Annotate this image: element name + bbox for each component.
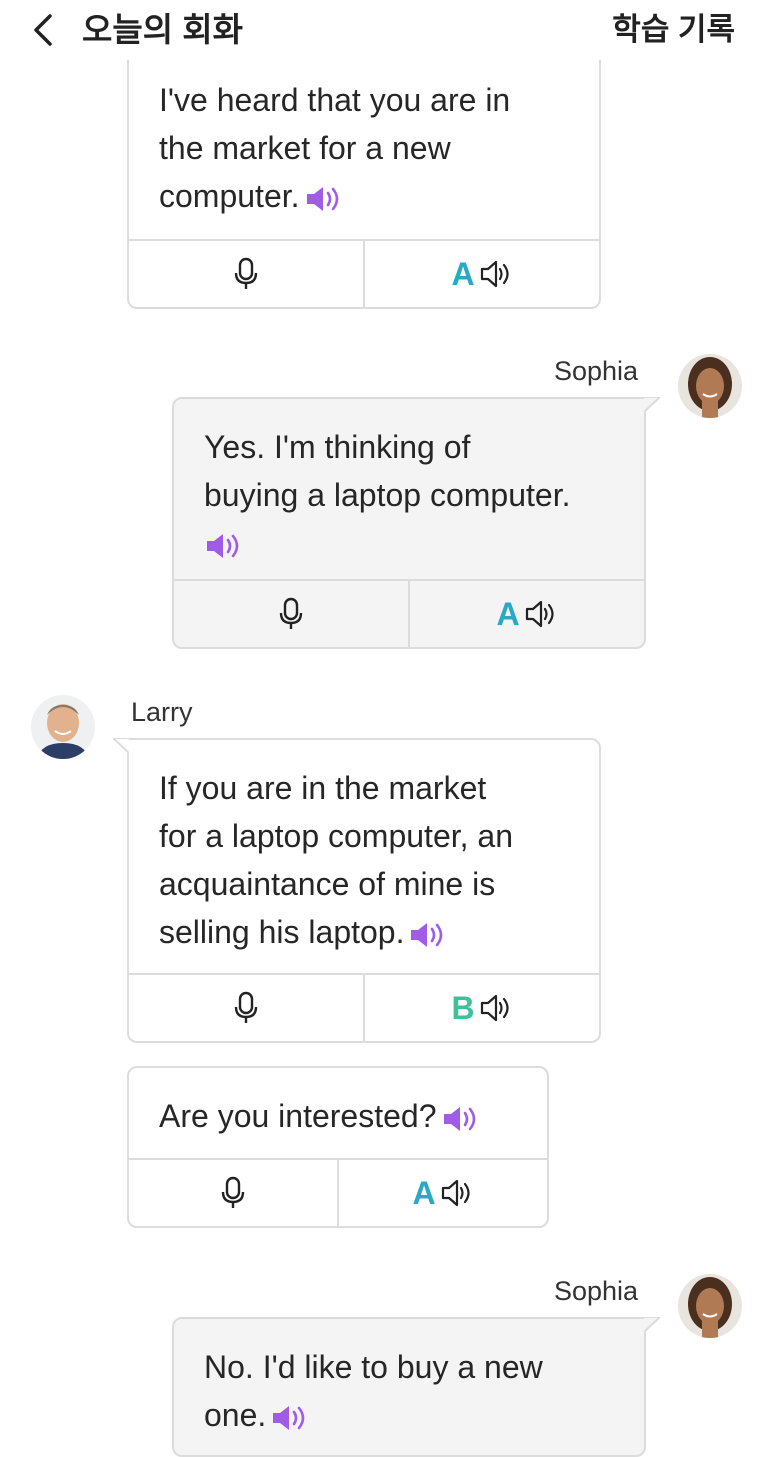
record-button[interactable] xyxy=(129,241,363,307)
speaker-outline-icon xyxy=(441,1179,470,1207)
message-line: Are you interested? xyxy=(159,1098,437,1134)
message-actions: B xyxy=(129,973,599,1041)
speaker-icon[interactable] xyxy=(204,531,240,561)
message-bubble: Yes. I'm thinking of buying a laptop com… xyxy=(172,397,646,649)
message-bubble: I've heard that you are in the market fo… xyxy=(127,60,601,309)
message-line: If you are in the market xyxy=(159,770,487,806)
message-actions: A xyxy=(129,239,599,307)
avatar-larry[interactable] xyxy=(31,695,95,759)
back-button[interactable] xyxy=(28,10,58,50)
speaker-outline-icon xyxy=(480,260,509,288)
record-button[interactable] xyxy=(129,1160,337,1226)
speaker-icon[interactable] xyxy=(270,1403,306,1433)
message-line: selling his laptop. xyxy=(159,914,405,950)
microphone-icon xyxy=(279,597,303,629)
pronunciation-grade: A xyxy=(451,255,475,292)
message-line: the market for a new xyxy=(159,130,451,166)
speaker-name: Larry xyxy=(131,697,193,727)
message-line: I've heard that you are in xyxy=(159,82,511,118)
message-bubble: If you are in the market for a laptop co… xyxy=(127,738,601,1043)
record-button[interactable] xyxy=(129,975,363,1041)
bubble-tail xyxy=(113,738,129,753)
microphone-icon xyxy=(234,991,258,1023)
play-recording-button[interactable]: A xyxy=(337,1160,547,1226)
speaker-icon[interactable] xyxy=(408,920,444,950)
speaker-icon[interactable] xyxy=(441,1104,477,1134)
bubble-tail xyxy=(644,397,660,412)
learning-history-link[interactable]: 학습 기록 xyxy=(612,10,735,50)
play-recording-button[interactable]: A xyxy=(408,581,644,647)
speaker-outline-icon xyxy=(480,994,509,1022)
speaker-name: Sophia xyxy=(554,356,639,386)
pronunciation-grade: A xyxy=(412,1174,436,1211)
speaker-outline-icon xyxy=(525,600,554,628)
microphone-icon xyxy=(221,1176,245,1208)
pronunciation-grade: A xyxy=(496,595,520,632)
header-bar: 오늘의 회화 학습 기록 xyxy=(0,0,773,60)
message-bubble: No. I'd like to buy a new one. xyxy=(172,1317,646,1457)
pronunciation-grade: B xyxy=(451,989,475,1026)
play-recording-button[interactable]: A xyxy=(363,241,599,307)
message-actions: A xyxy=(174,579,644,647)
speaker-icon[interactable] xyxy=(304,184,340,214)
message-line: for a laptop computer, an xyxy=(159,818,513,854)
message-actions: A xyxy=(129,1158,547,1226)
message-bubble: Are you interested? A xyxy=(127,1066,549,1228)
play-recording-button[interactable]: B xyxy=(363,975,599,1041)
message-line: computer. xyxy=(159,178,300,214)
avatar-sophia[interactable] xyxy=(678,1274,742,1338)
record-button[interactable] xyxy=(174,581,408,647)
bubble-tail xyxy=(644,1317,660,1332)
message-line: one. xyxy=(204,1397,267,1433)
page-title: 오늘의 회화 xyxy=(82,11,243,48)
speaker-name: Sophia xyxy=(554,1276,639,1306)
message-line: buying a laptop computer. xyxy=(204,477,571,513)
avatar-sophia[interactable] xyxy=(678,354,742,418)
message-line: Yes. I'm thinking of xyxy=(204,429,471,465)
message-line: acquaintance of mine is xyxy=(159,866,496,902)
chevron-left-icon xyxy=(34,14,52,46)
message-line: No. I'd like to buy a new xyxy=(204,1349,543,1385)
microphone-icon xyxy=(234,257,258,289)
